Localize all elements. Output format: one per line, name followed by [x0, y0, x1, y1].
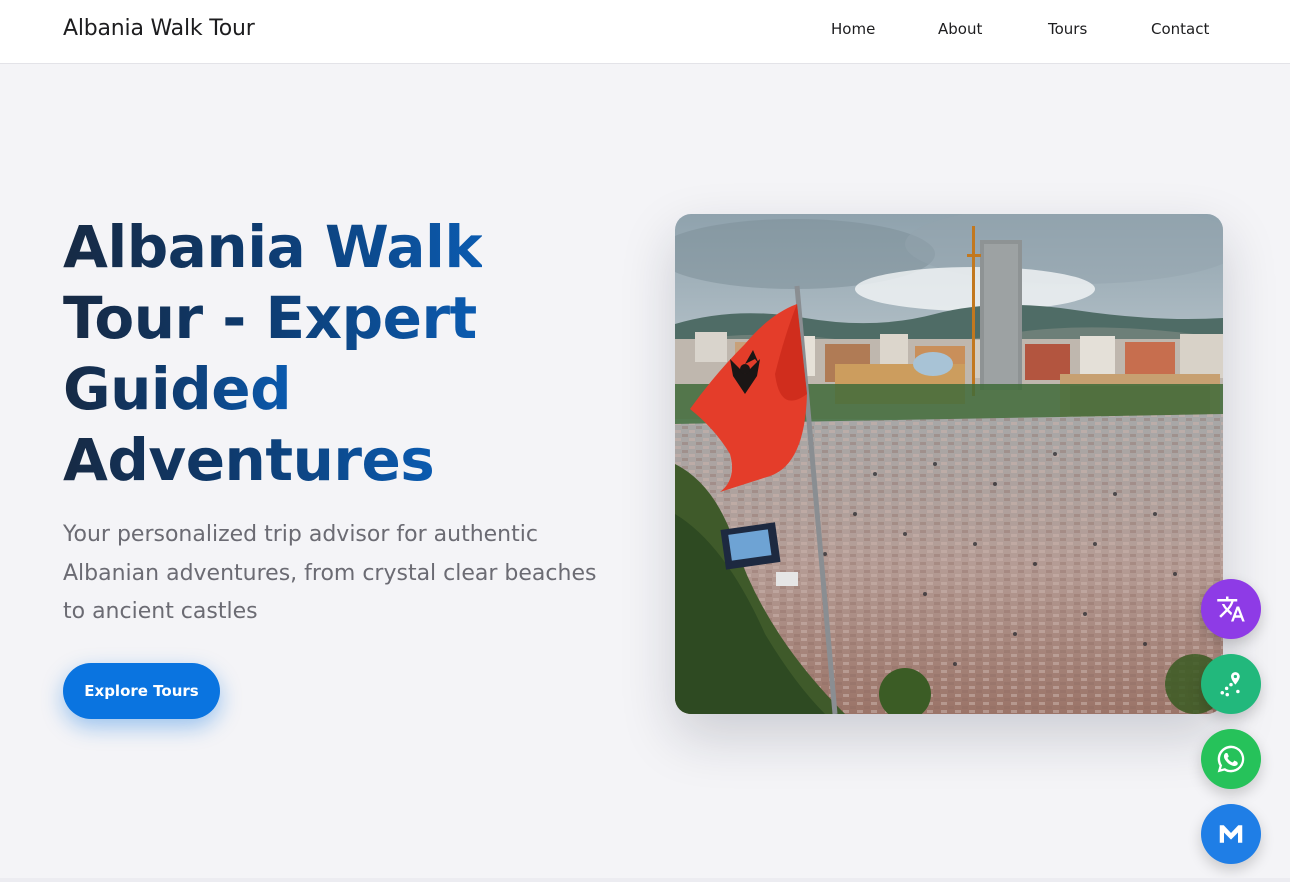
nav-link-about[interactable]: About	[938, 20, 982, 38]
nav-link-contact[interactable]: Contact	[1151, 20, 1209, 38]
footer-edge	[0, 878, 1290, 882]
whatsapp-button[interactable]	[1201, 729, 1261, 789]
mail-icon	[1219, 825, 1243, 843]
map-icon	[1220, 672, 1240, 697]
explore-tours-button[interactable]: Explore Tours	[63, 663, 220, 719]
whatsapp-icon	[1217, 745, 1245, 773]
nav-link-home[interactable]: Home	[831, 20, 875, 38]
translate-button[interactable]	[1201, 579, 1261, 639]
hero-title-line-1: Albania Walk	[63, 213, 483, 281]
hero-photo-tirana-square	[675, 214, 1223, 714]
hero-title-line-4: Adventures	[63, 426, 435, 494]
main-navigation: Home About Tours Contact	[0, 20, 1290, 44]
nav-link-tours[interactable]: Tours	[1048, 20, 1087, 38]
top-navbar: Albania Walk Tour Home About Tours Conta…	[0, 0, 1290, 64]
hero-photo-illustration	[675, 214, 1223, 714]
mail-button[interactable]	[1201, 804, 1261, 864]
hero-subtitle: Your personalized trip advisor for authe…	[63, 522, 597, 624]
hero-title: Albania Walk Tour - Expert Guided Advent…	[63, 212, 623, 496]
hero-title-line-3: Guided	[63, 355, 292, 423]
translate-icon	[1217, 596, 1245, 622]
hero-title-line-2: Tour - Expert	[63, 284, 477, 352]
map-button[interactable]	[1201, 654, 1261, 714]
